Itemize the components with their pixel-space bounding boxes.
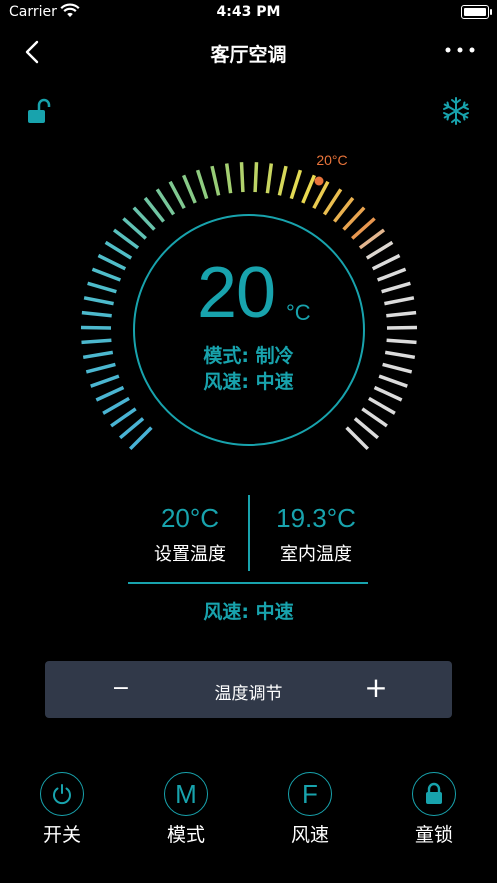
dial-tick [122, 217, 147, 240]
divider-horizontal [128, 582, 368, 584]
wind-speed-label: 风速: 中速 [203, 601, 294, 623]
dial-tick [322, 188, 343, 216]
fan-speed-label: 风速 [290, 824, 329, 846]
dial-tick [361, 407, 388, 428]
nav-bar: 客厅空调 [0, 30, 497, 74]
temperature-adjust-label: 温度调节 [214, 684, 283, 704]
dial-tick [342, 206, 366, 231]
mode-icon: M [164, 772, 208, 816]
dial-tick [353, 417, 380, 440]
set-temperature: 20 [197, 253, 276, 333]
dial-tick [224, 163, 233, 194]
dial-tick [110, 407, 137, 428]
child-lock-button[interactable]: 童锁 [389, 772, 479, 847]
dial-tick [155, 188, 176, 216]
dial-tick [81, 310, 112, 318]
indoor-temperature-label: 室内温度 [280, 544, 352, 565]
increase-temp-button[interactable]: + [363, 674, 389, 702]
dial-tick [143, 196, 165, 223]
bottom-controls: 开关 M 模式 F 风速 童锁 [0, 772, 497, 852]
dial-tick [181, 174, 197, 204]
dial-tick [112, 228, 140, 250]
indoor-temperature-value: 19.3°C [276, 503, 356, 533]
child-lock-label: 童锁 [414, 824, 453, 846]
dial-tick [195, 169, 209, 200]
fan-speed-button[interactable]: F 风速 [265, 772, 355, 847]
dial-tick [333, 196, 355, 223]
battery-icon [461, 5, 492, 19]
dial-tick [345, 426, 370, 451]
dial-tick [83, 296, 114, 306]
dial-tick [253, 162, 259, 193]
mode-button[interactable]: M 模式 [141, 772, 231, 847]
page-title: 客厅空调 [210, 44, 287, 66]
dial-tick [386, 325, 418, 330]
dial-tick [97, 253, 127, 271]
dial-tick [358, 228, 386, 250]
dial-tick [368, 396, 396, 415]
wind-status: 风速: 中速 [203, 371, 294, 393]
dial-tick [371, 253, 401, 271]
dial-tick [277, 165, 288, 196]
power-icon [40, 772, 84, 816]
dial-tick [381, 281, 411, 294]
power-button[interactable]: 开关 [17, 772, 107, 847]
dial-tick [301, 174, 317, 204]
unlock-icon[interactable] [26, 98, 52, 126]
dial-tick [351, 217, 376, 240]
dial-tick [118, 417, 145, 440]
dial-tick [102, 396, 130, 415]
mode-label: 模式 [166, 824, 205, 846]
power-label: 开关 [42, 824, 81, 846]
dial-tick [289, 169, 303, 200]
dial-marker-label: 20°C [316, 152, 347, 168]
status-bar: Carrier 4:43 PM [0, 0, 497, 26]
mode-status: 模式: 制冷 [203, 345, 294, 367]
dial-tick [132, 206, 156, 231]
dial-tick [168, 180, 186, 210]
dial-tick [91, 267, 122, 282]
dial-tick [384, 296, 415, 306]
dial-tick [104, 240, 133, 260]
more-icon[interactable] [443, 40, 477, 60]
dial-tick [265, 163, 274, 194]
temperature-adjust-panel: − 温度调节 + [45, 661, 452, 718]
lock-icon [412, 772, 456, 816]
dial-tick [376, 267, 407, 282]
dial-tick [80, 325, 112, 330]
fan-icon: F [288, 772, 332, 816]
dial-tick [386, 310, 417, 318]
snowflake-icon [443, 97, 469, 125]
dial-tick [210, 165, 221, 196]
clock: 4:43 PM [216, 4, 281, 20]
dial-tick [87, 281, 117, 294]
temperature-unit: °C [286, 300, 311, 325]
indoor-temperature-reading: 19.3°C 室内温度 [236, 503, 396, 566]
dial-marker[interactable] [314, 176, 324, 186]
dial-tick [365, 240, 394, 260]
dial-tick [312, 180, 330, 210]
dial-tick [239, 162, 245, 193]
dial-tick [128, 426, 153, 451]
